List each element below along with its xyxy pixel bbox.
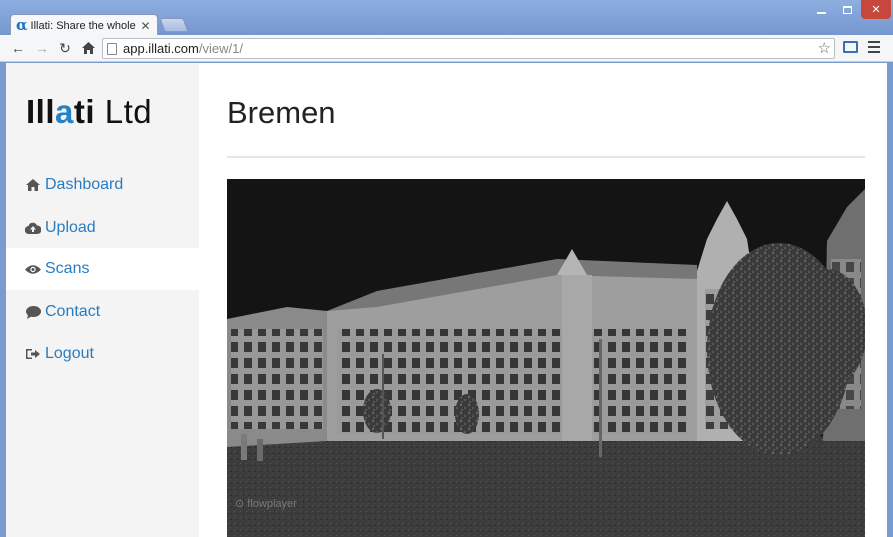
sidebar-item-contact[interactable]: Contact xyxy=(6,291,199,333)
page-title: Bremen xyxy=(227,95,336,130)
home-button[interactable] xyxy=(78,38,98,58)
address-bar[interactable]: app.illati.com/view/1/ ☆ xyxy=(102,38,835,59)
tab-close-icon[interactable]: ✕ xyxy=(141,19,151,33)
video-player[interactable]: ⊙ flowplayer xyxy=(227,179,865,537)
divider xyxy=(227,156,865,158)
minimize-button[interactable] xyxy=(808,0,834,19)
sidebar-item-logout[interactable]: Logout xyxy=(6,333,199,375)
illati-logo[interactable]: Illati Ltd xyxy=(26,93,152,131)
sidebar-item-dashboard[interactable]: Dashboard xyxy=(6,164,199,206)
forward-button[interactable]: → xyxy=(32,38,52,58)
sidebar-item-upload[interactable]: Upload xyxy=(6,207,199,249)
cast-icon[interactable] xyxy=(843,41,858,53)
bookmark-star-icon[interactable]: ☆ xyxy=(818,39,831,58)
sidebar-item-scans[interactable]: Scans xyxy=(6,248,199,290)
comment-icon xyxy=(25,304,41,320)
new-tab-button[interactable] xyxy=(159,18,189,32)
sidebar: Illati Ltd Dashboard Upload Scans Contac… xyxy=(6,63,199,537)
browser-tab[interactable]: α Illati: Share the whole clou ✕ xyxy=(10,14,158,36)
minimize-icon xyxy=(816,11,826,14)
url-host: app.illati.com xyxy=(123,41,199,56)
close-icon: ✕ xyxy=(871,4,881,16)
logout-icon xyxy=(25,346,41,362)
flowplayer-brand: ⊙ flowplayer xyxy=(235,498,297,510)
browser-toolbar: ← → ↻ app.illati.com/view/1/ ☆ xyxy=(0,35,893,62)
page-icon xyxy=(107,42,117,55)
sidebar-item-label: Contact xyxy=(45,303,101,320)
url-path: /view/1/ xyxy=(198,41,243,56)
maximize-icon xyxy=(842,5,852,14)
back-button[interactable]: ← xyxy=(8,38,28,58)
arrow-right-icon: → xyxy=(35,40,49,56)
reload-icon: ↻ xyxy=(59,39,71,56)
window-titlebar: α Illati: Share the whole clou ✕ ✕ xyxy=(0,0,893,36)
sidebar-item-label: Upload xyxy=(45,219,96,236)
reload-button[interactable]: ↻ xyxy=(55,38,75,58)
tab-title: Illati: Share the whole clou xyxy=(30,19,139,32)
close-window-button[interactable]: ✕ xyxy=(861,0,891,19)
point-cloud-scan-image xyxy=(227,179,865,537)
maximize-button[interactable] xyxy=(834,0,860,19)
arrow-left-icon: ← xyxy=(11,40,25,56)
sidebar-item-label: Scans xyxy=(45,260,90,277)
page-viewport: Illati Ltd Dashboard Upload Scans Contac… xyxy=(6,63,887,537)
illati-favicon-icon: α xyxy=(16,16,28,34)
home-icon xyxy=(25,177,41,193)
home-icon xyxy=(81,42,95,54)
menu-icon[interactable] xyxy=(868,41,880,53)
sidebar-item-label: Dashboard xyxy=(45,176,124,193)
eye-icon xyxy=(25,261,41,277)
cloud-upload-icon xyxy=(25,220,41,236)
sidebar-item-label: Logout xyxy=(45,345,94,362)
